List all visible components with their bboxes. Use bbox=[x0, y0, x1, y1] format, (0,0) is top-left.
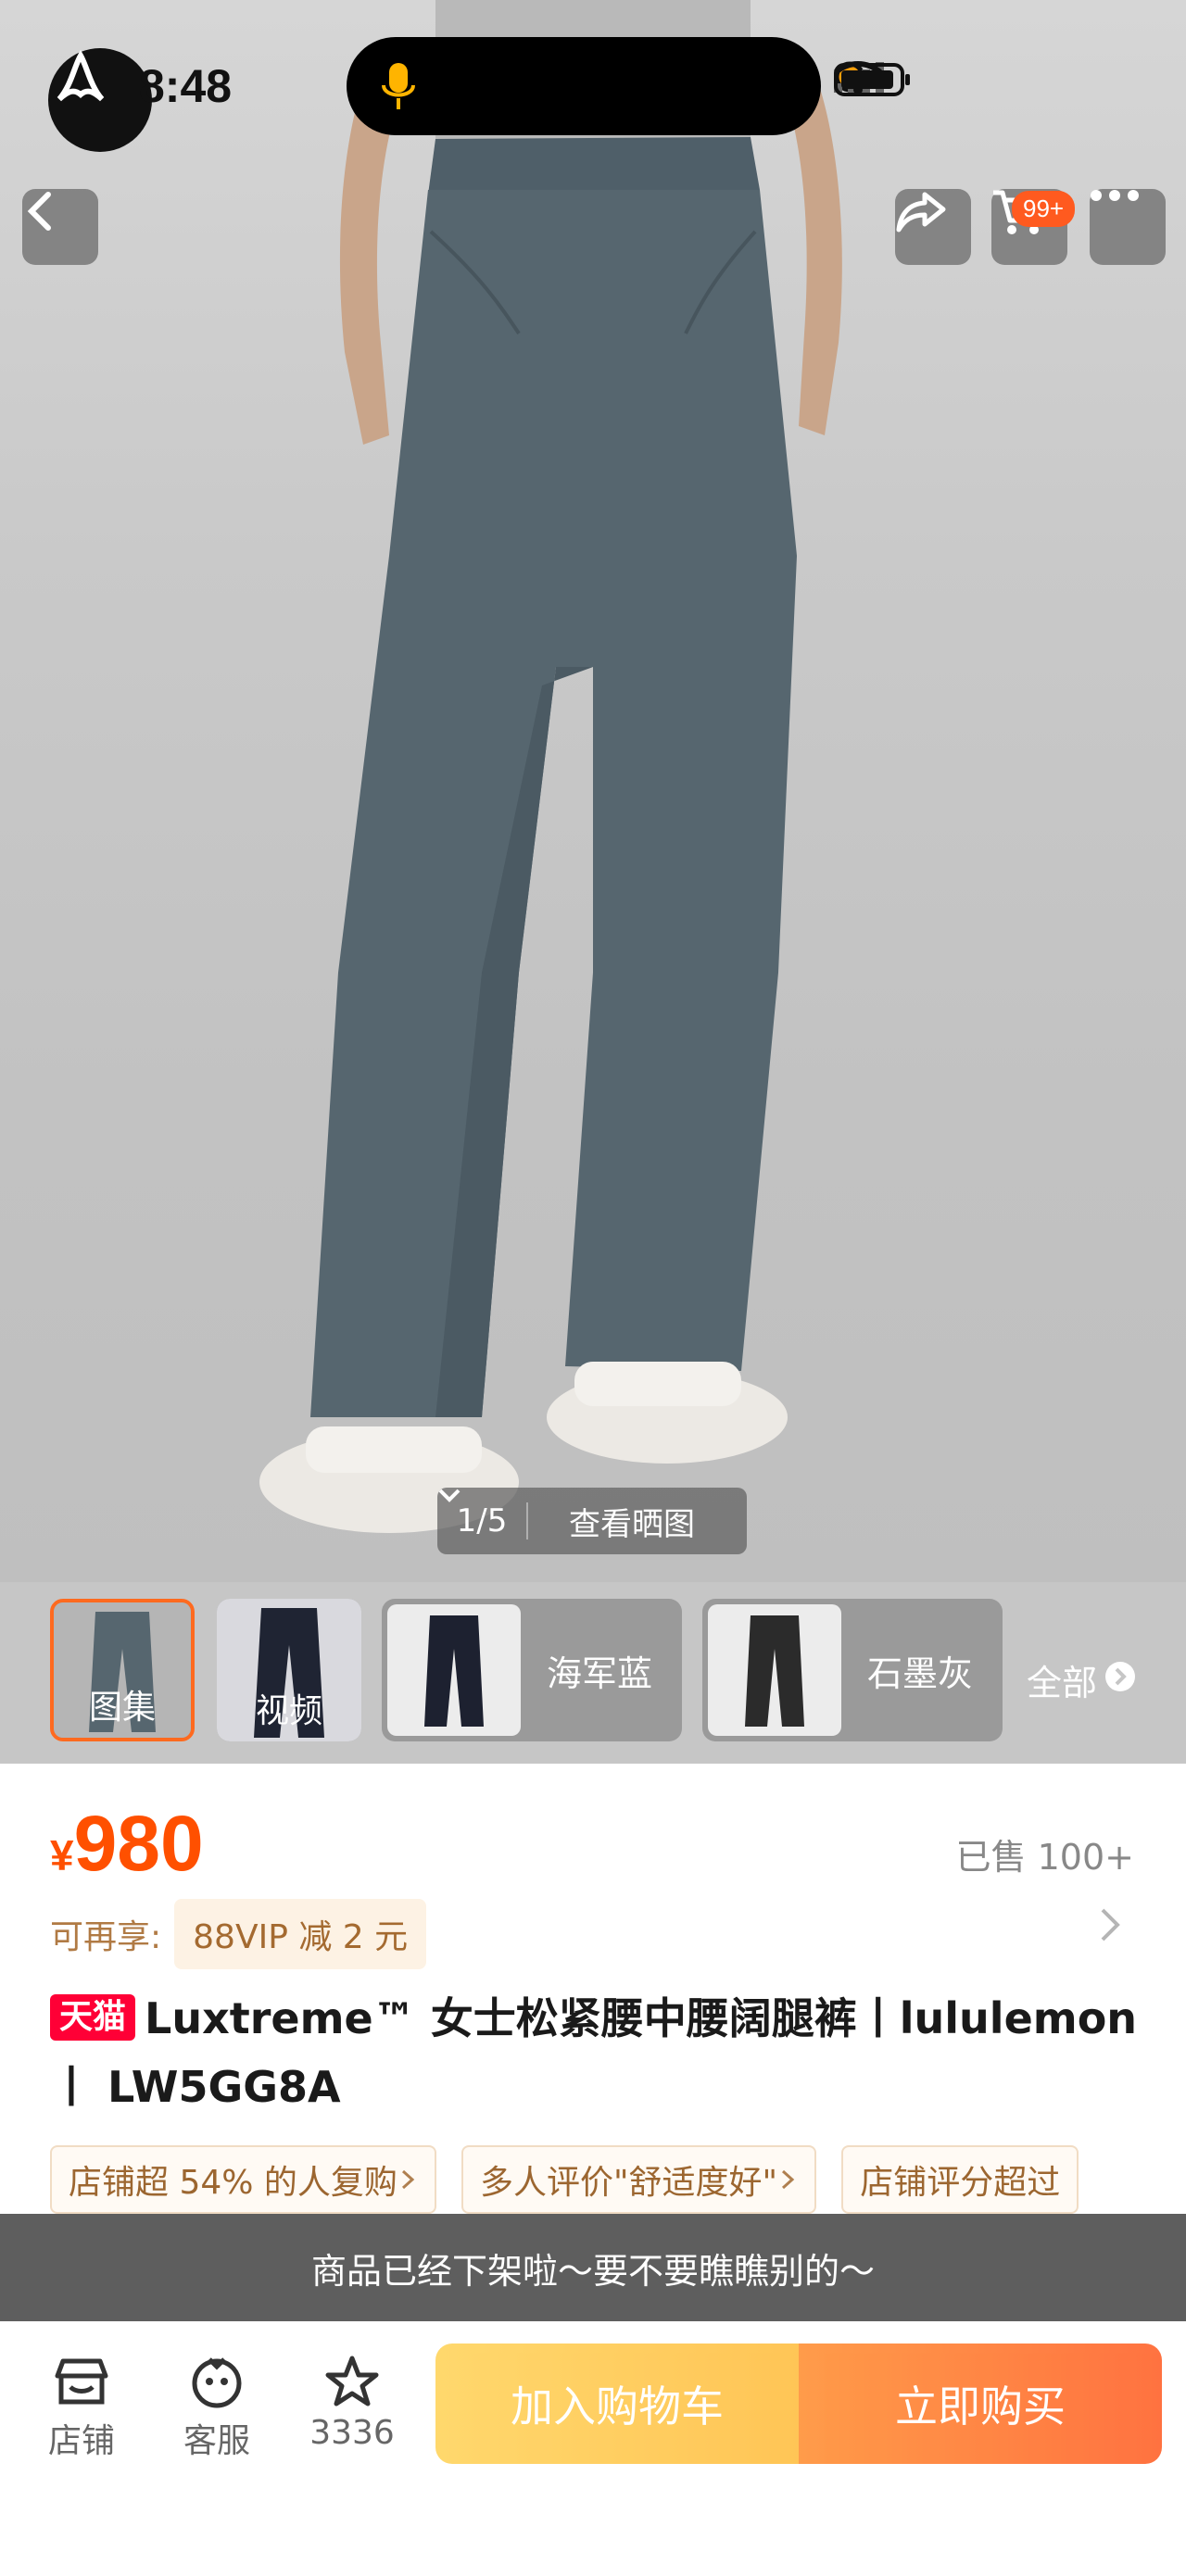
delisted-notice: 商品已经下架啦～要不要瞧瞧别的～ bbox=[0, 2214, 1186, 2321]
thumb-gallery[interactable]: 图集 bbox=[50, 1599, 195, 1741]
shop-label: 店铺 bbox=[47, 2422, 115, 2460]
tmall-tag: 天猫 bbox=[50, 1994, 136, 2041]
image-counter-pill[interactable]: 1/5 查看晒图 bbox=[437, 1488, 747, 1554]
bottom-action-bar: 店铺 客服 3336 加入购物车 立即购买 bbox=[0, 2321, 1186, 2576]
color-swatch-image bbox=[387, 1604, 521, 1736]
color-option-navy[interactable]: 海军蓝 bbox=[382, 1599, 682, 1741]
status-time: 8:48 bbox=[139, 60, 233, 112]
chip-label: 多人评价"舒适度好" bbox=[480, 2164, 778, 2202]
dynamic-island bbox=[347, 37, 821, 135]
chip-label: 店铺超 54% 的人复购 bbox=[69, 2164, 397, 2202]
chevron-right-circle-icon bbox=[1104, 1660, 1136, 1701]
view-photos-label: 查看晒图 bbox=[569, 1505, 695, 1543]
shop-icon bbox=[26, 2349, 137, 2414]
thumb-video[interactable]: 视频 bbox=[217, 1599, 361, 1741]
highlight-chips: 店铺超 54% 的人复购 多人评价"舒适度好" 店铺评分超过 bbox=[50, 2145, 1134, 2214]
color-option-label: 海军蓝 bbox=[547, 1653, 653, 1694]
customer-service-button[interactable]: 客服 bbox=[161, 2349, 272, 2462]
shop-button[interactable]: 店铺 bbox=[26, 2349, 137, 2462]
chip-label: 店铺评分超过 bbox=[860, 2164, 1061, 2202]
brand-logo-icon bbox=[48, 48, 152, 152]
product-title-text: Luxtreme™ 女士松紧腰中腰阔腿裤丨lululemon 丨 LW5GG8A bbox=[50, 1993, 1138, 2112]
price-amount: 980 bbox=[73, 1800, 204, 1887]
price-currency: ¥ bbox=[50, 1831, 74, 1879]
thumb-video-label: 视频 bbox=[255, 1692, 322, 1730]
thumbnail-strip: 图集 视频 海军蓝 石墨灰 全部 bbox=[0, 1582, 1186, 1764]
buy-now-button[interactable]: 立即购买 bbox=[799, 2344, 1162, 2464]
color-option-label: 石墨灰 bbox=[867, 1653, 974, 1694]
chevron-right-icon[interactable] bbox=[1099, 1906, 1121, 1947]
all-options-label: 全部 bbox=[1027, 1663, 1098, 1703]
service-face-icon bbox=[161, 2349, 272, 2414]
share-button[interactable] bbox=[895, 189, 971, 265]
price: ¥980 bbox=[50, 1799, 204, 1889]
sold-count: 已售 100+ bbox=[955, 1837, 1134, 1878]
vip-label: 可再享: bbox=[50, 1918, 162, 1956]
product-info-section: ¥980 已售 100+ 可再享: 88VIP 减 2 元 天猫 Luxtreme… bbox=[0, 1764, 1186, 2214]
cart-count-badge: 99+ bbox=[1012, 191, 1076, 227]
back-button[interactable] bbox=[22, 189, 98, 265]
add-to-cart-button[interactable]: 加入购物车 bbox=[435, 2344, 799, 2464]
highlight-chip[interactable]: 店铺评分超过 bbox=[841, 2145, 1079, 2214]
vip-discount-row[interactable]: 可再享: 88VIP 减 2 元 bbox=[50, 1899, 427, 1969]
view-photos-link[interactable]: 查看晒图 bbox=[438, 1489, 747, 1544]
thumb-gallery-label: 图集 bbox=[88, 1689, 156, 1727]
highlight-chip[interactable]: 店铺超 54% 的人复购 bbox=[50, 2145, 436, 2214]
product-main-image[interactable]: 8:48 99+ 1/5 查看晒图 bbox=[0, 0, 1186, 1582]
purchase-buttons: 加入购物车 立即购买 bbox=[435, 2344, 1162, 2464]
color-option-graphite[interactable]: 石墨灰 bbox=[702, 1599, 1003, 1741]
highlight-chip[interactable]: 多人评价"舒适度好" bbox=[461, 2145, 817, 2214]
star-icon bbox=[296, 2349, 408, 2414]
more-button[interactable] bbox=[1090, 189, 1166, 265]
all-options-link[interactable]: 全部 bbox=[1027, 1654, 1136, 1705]
image-counter: 1/5 bbox=[456, 1502, 508, 1539]
favorite-count: 3336 bbox=[309, 2414, 395, 2452]
color-swatch-image bbox=[708, 1604, 841, 1736]
favorite-button[interactable]: 3336 bbox=[296, 2349, 408, 2452]
chevron-right-icon bbox=[401, 2169, 415, 2190]
product-title: 天猫 Luxtreme™ 女士松紧腰中腰阔腿裤丨lululemon 丨 LW5GG… bbox=[50, 1984, 1143, 2121]
vip-discount-tag: 88VIP 减 2 元 bbox=[174, 1899, 427, 1969]
service-label: 客服 bbox=[183, 2422, 250, 2460]
chevron-right-icon bbox=[782, 2169, 795, 2190]
